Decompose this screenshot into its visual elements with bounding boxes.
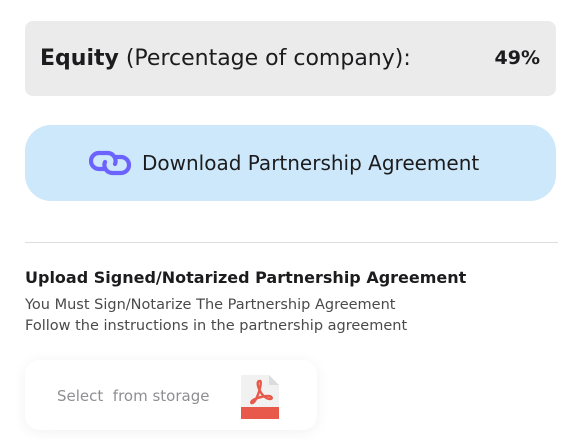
- equity-label-bold: Equity: [40, 46, 119, 71]
- download-partnership-agreement-button[interactable]: Download Partnership Agreement: [25, 125, 556, 201]
- equity-label-rest: (Percentage of company):: [118, 46, 411, 71]
- equity-card: Equity (Percentage of company): 49%: [25, 21, 556, 96]
- upload-instruction-1: You Must Sign/Notarize The Partnership A…: [25, 297, 396, 313]
- storage-label: Select from storage: [57, 387, 210, 405]
- equity-label: Equity (Percentage of company):: [40, 21, 411, 96]
- upload-instruction-2: Follow the instructions in the partnersh…: [25, 318, 408, 334]
- link-icon: [89, 150, 131, 176]
- page: Equity (Percentage of company): 49% Down…: [0, 0, 581, 440]
- download-button-label: Download Partnership Agreement: [142, 151, 480, 175]
- select-from-storage-button[interactable]: Select from storage: [25, 360, 317, 430]
- equity-value: 49%: [494, 47, 540, 69]
- upload-section-title: Upload Signed/Notarized Partnership Agre…: [25, 268, 467, 287]
- pdf-file-icon: [241, 375, 279, 419]
- section-divider: [25, 242, 558, 243]
